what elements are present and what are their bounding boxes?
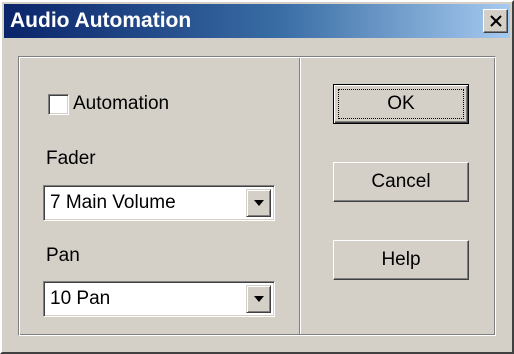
- close-button[interactable]: [483, 9, 508, 33]
- ok-button[interactable]: OK: [333, 84, 469, 124]
- vertical-divider: [299, 58, 301, 334]
- cancel-button-label: Cancel: [371, 171, 431, 192]
- fader-select[interactable]: 7 Main Volume: [43, 185, 275, 221]
- chevron-down-icon: [254, 296, 264, 302]
- automation-checkbox-label[interactable]: Automation: [73, 93, 169, 115]
- title-bar[interactable]: Audio Automation: [4, 4, 510, 38]
- pan-select[interactable]: 10 Pan: [43, 281, 275, 317]
- close-icon: [490, 15, 502, 27]
- pan-select-value: 10 Pan: [50, 288, 111, 309]
- fader-select-value: 7 Main Volume: [50, 192, 176, 213]
- pan-dropdown-button[interactable]: [246, 285, 271, 313]
- chevron-down-icon: [254, 200, 264, 206]
- ok-button-label: OK: [387, 93, 415, 114]
- pan-label: Pan: [46, 245, 80, 266]
- fader-dropdown-button[interactable]: [246, 189, 271, 217]
- window-title: Audio Automation: [10, 9, 192, 32]
- fader-label: Fader: [46, 148, 96, 169]
- cancel-button[interactable]: Cancel: [333, 162, 469, 202]
- help-button[interactable]: Help: [333, 240, 469, 280]
- automation-checkbox[interactable]: [48, 94, 69, 115]
- help-button-label: Help: [381, 249, 421, 270]
